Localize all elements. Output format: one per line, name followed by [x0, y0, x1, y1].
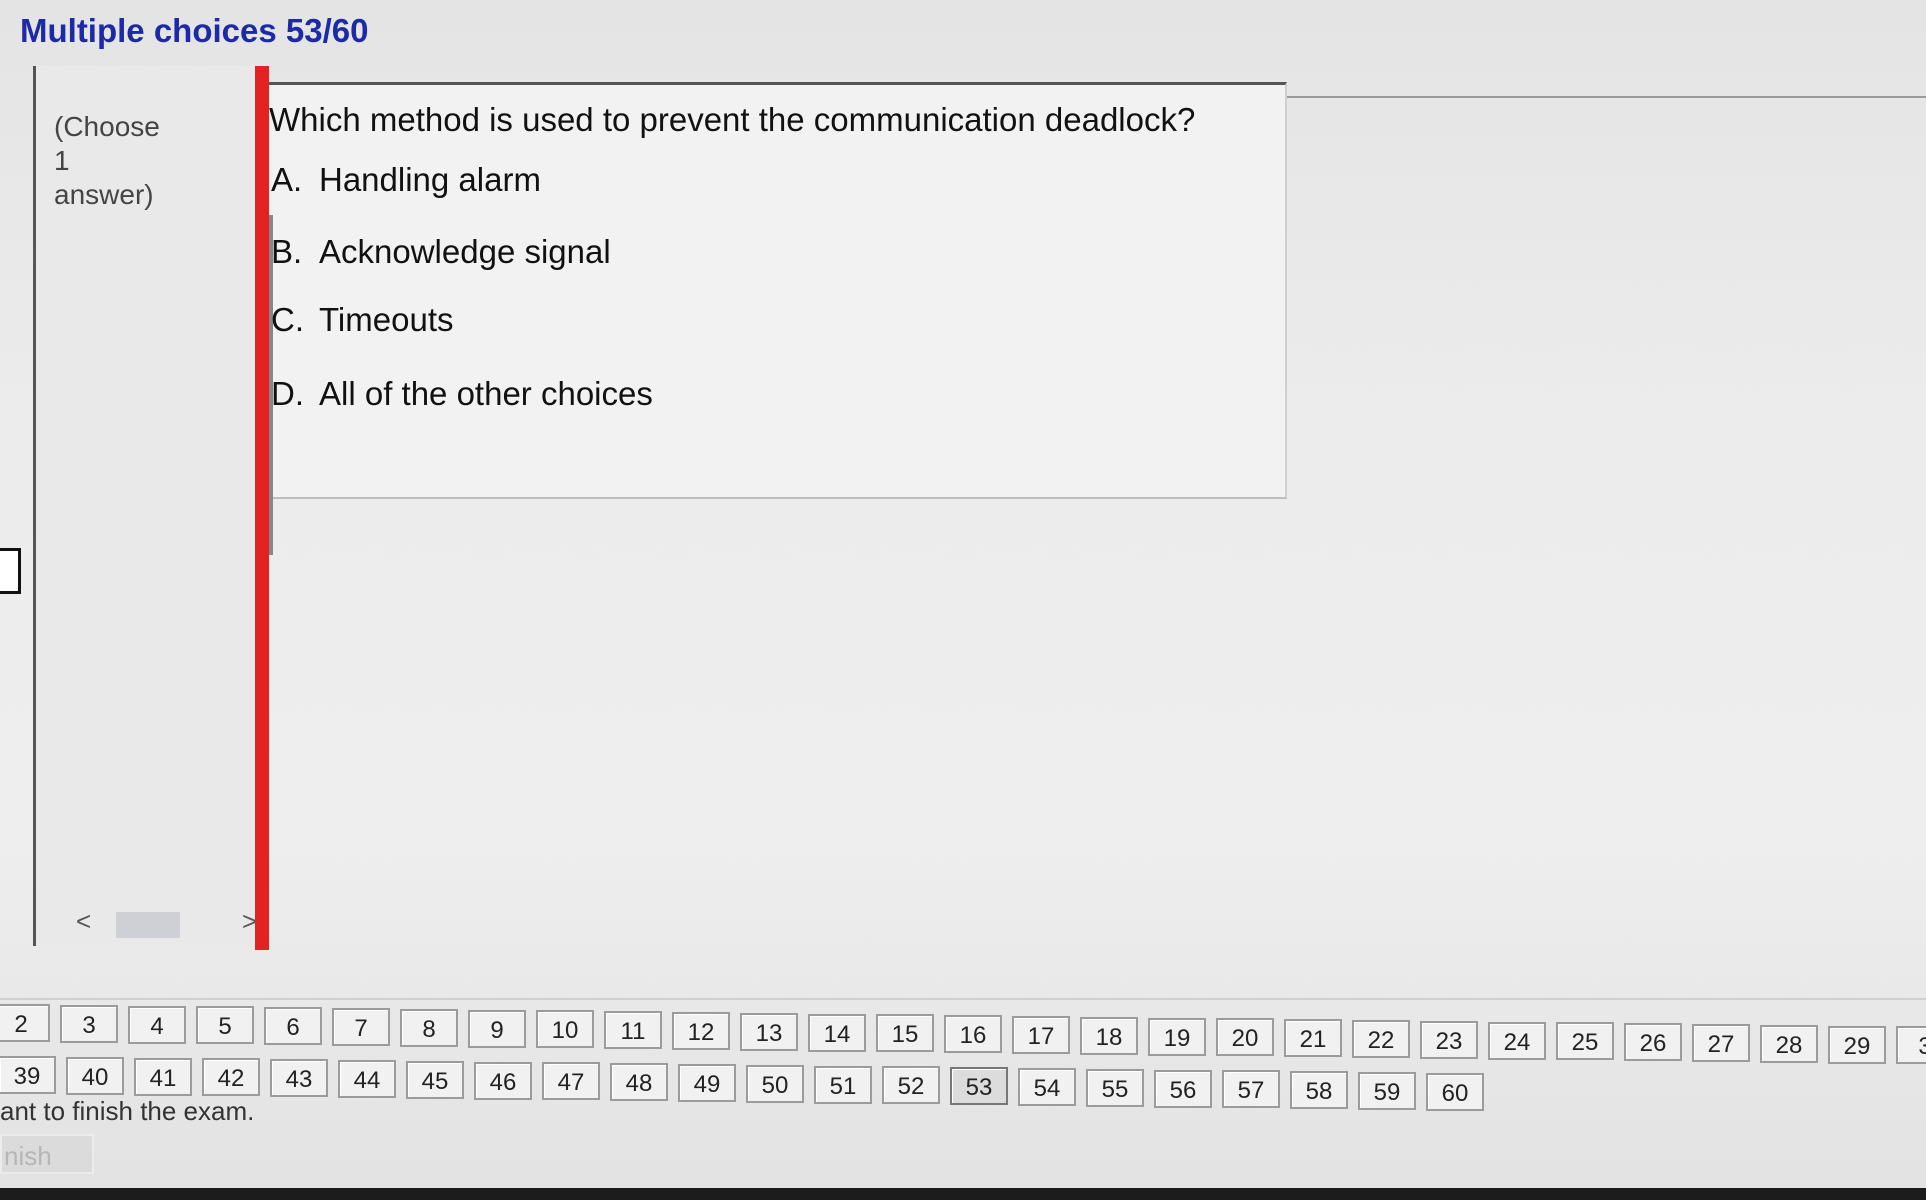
option-label: Acknowledge signal: [319, 233, 611, 270]
option-label: All of the other choices: [319, 375, 653, 412]
option-letter: C.: [271, 301, 304, 338]
choose-hint-line3: answer): [54, 179, 154, 210]
question-nav-button[interactable]: 26: [1624, 1023, 1682, 1062]
question-nav-button[interactable]: 55: [1086, 1068, 1144, 1107]
question-nav-button[interactable]: 44: [338, 1060, 396, 1098]
question-nav-button[interactable]: 16: [944, 1015, 1002, 1054]
side-marker: [0, 548, 21, 594]
left-panel: (Choose 1 answer) < >: [33, 66, 257, 946]
question-nav-button[interactable]: 47: [542, 1062, 600, 1101]
question-nav-button[interactable]: 14: [808, 1013, 866, 1052]
option-letter: B.: [271, 233, 303, 270]
horizontal-scrollbar[interactable]: < >: [76, 906, 257, 940]
question-nav-button[interactable]: 42: [202, 1058, 260, 1097]
question-nav-button[interactable]: 24: [1488, 1021, 1546, 1060]
question-nav-button[interactable]: 20: [1216, 1018, 1274, 1057]
question-nav-button[interactable]: 39: [0, 1056, 56, 1094]
question-nav-button[interactable]: 25: [1556, 1022, 1614, 1061]
question-nav-button[interactable]: 3: [1896, 1026, 1926, 1065]
page-title: Multiple choices 53/60: [20, 12, 369, 49]
question-nav-button[interactable]: 4: [128, 1005, 186, 1044]
scrollbar-thumb[interactable]: [116, 912, 180, 938]
choose-hint: (Choose 1 answer): [54, 110, 174, 212]
question-nav-button[interactable]: 5: [196, 1006, 254, 1045]
screen-bezel: [0, 1188, 1926, 1200]
question-nav-button[interactable]: 45: [406, 1060, 464, 1099]
question-nav-button[interactable]: 10: [536, 1010, 594, 1049]
question-nav-button[interactable]: 40: [66, 1056, 124, 1095]
option-letter: A.: [271, 161, 303, 198]
option-c[interactable]: C. Timeouts: [271, 301, 453, 339]
question-nav-button[interactable]: 9: [468, 1009, 526, 1048]
question-nav-button[interactable]: 18: [1080, 1016, 1138, 1055]
choose-hint-line1: (Choose: [54, 111, 160, 142]
option-d[interactable]: D. All of the other choices: [271, 375, 653, 413]
question-nav-button[interactable]: 53: [950, 1067, 1008, 1106]
question-nav-button[interactable]: 29: [1828, 1025, 1886, 1064]
question-nav-button[interactable]: 57: [1222, 1070, 1280, 1109]
question-nav-button[interactable]: 41: [134, 1057, 192, 1096]
option-a[interactable]: A. Handling alarm: [271, 161, 541, 199]
answer-required-bar: [255, 66, 269, 950]
question-nav-button[interactable]: 51: [814, 1065, 872, 1104]
question-nav-button[interactable]: 27: [1692, 1024, 1750, 1062]
finish-button[interactable]: nish: [0, 1134, 94, 1174]
question-nav-button[interactable]: 43: [270, 1059, 328, 1098]
question-nav-button[interactable]: 54: [1018, 1068, 1076, 1106]
question-panel: Which method is used to prevent the comm…: [269, 82, 1287, 555]
question-navigation: 2 3 4 5 6 7 8 9 10 11 12 13 14 15 16 17 18 19 20 21 22 23 24 25…: [0, 1000, 1926, 1130]
question-nav-button[interactable]: 6: [264, 1007, 322, 1046]
finish-message: ant to finish the exam.: [0, 1096, 255, 1126]
question-text: Which method is used to prevent the comm…: [269, 101, 1196, 138]
question-nav-button[interactable]: 3: [60, 1004, 118, 1043]
question-nav-button[interactable]: 21: [1284, 1019, 1342, 1058]
question-nav-button[interactable]: 50: [746, 1064, 804, 1103]
question-nav-button[interactable]: 59: [1358, 1072, 1416, 1110]
question-nav-button[interactable]: 56: [1154, 1069, 1212, 1108]
question-nav-button[interactable]: 48: [610, 1063, 668, 1102]
question-nav-button[interactable]: 11: [604, 1011, 662, 1050]
question-nav-button[interactable]: 60: [1426, 1072, 1484, 1111]
question-nav-button[interactable]: 52: [882, 1066, 940, 1105]
question-nav-button[interactable]: 17: [1012, 1016, 1070, 1054]
question-nav-button[interactable]: 7: [332, 1008, 390, 1046]
question-nav-button[interactable]: 49: [678, 1064, 736, 1102]
question-nav-button[interactable]: 12: [672, 1012, 730, 1050]
question-nav-button[interactable]: 23: [1420, 1020, 1478, 1059]
scroll-left-icon[interactable]: <: [76, 906, 91, 937]
choose-hint-line2: 1: [54, 145, 70, 176]
option-label: Timeouts: [319, 301, 454, 338]
question-nav-button[interactable]: 2: [0, 1004, 50, 1042]
question-nav-button[interactable]: 46: [474, 1061, 532, 1100]
question-nav-button[interactable]: 19: [1148, 1017, 1206, 1056]
question-nav-button[interactable]: 15: [876, 1014, 934, 1053]
question-nav-button[interactable]: 8: [400, 1008, 458, 1047]
question-nav-button[interactable]: 13: [740, 1012, 798, 1051]
option-b[interactable]: B. Acknowledge signal: [271, 233, 611, 271]
option-label: Handling alarm: [319, 161, 541, 198]
question-nav-button[interactable]: 22: [1352, 1020, 1410, 1058]
question-nav-button[interactable]: 28: [1760, 1024, 1818, 1063]
option-letter: D.: [271, 375, 304, 412]
question-nav-button[interactable]: 58: [1290, 1071, 1348, 1110]
